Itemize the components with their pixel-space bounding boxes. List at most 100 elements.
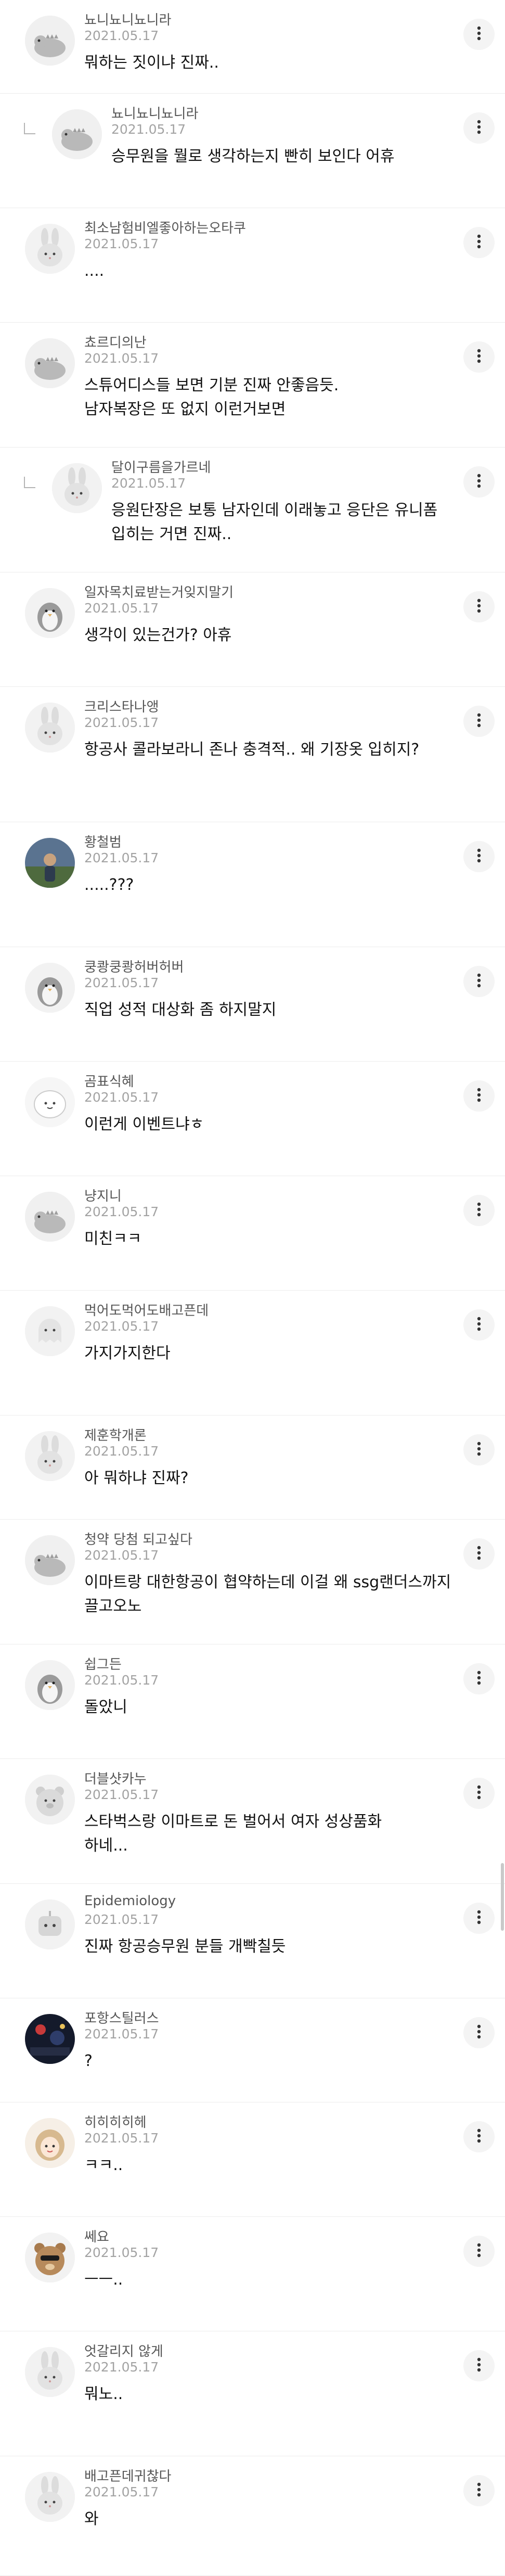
comment-date: 2021.05.17 (84, 715, 159, 730)
comment-nickname[interactable]: 배고픈데귀찮다 (84, 2466, 171, 2485)
comment-date: 2021.05.17 (84, 2484, 159, 2500)
comment-text: .... (84, 262, 105, 280)
more-options-button[interactable] (463, 966, 495, 997)
scrollbar-thumb[interactable] (501, 1863, 504, 1931)
comment-item: 뇨니뇨니뇨니라 2021.05.17 뭐하는 짓이냐 진짜.. (0, 0, 505, 94)
bear-avatar[interactable] (25, 1775, 75, 1825)
comment-item: 제훈학개론 2021.05.17 아 뭐하냐 진짜? (0, 1415, 505, 1520)
more-options-button[interactable] (463, 2475, 495, 2506)
more-vertical-icon (477, 2357, 481, 2374)
more-options-button[interactable] (463, 1538, 495, 1570)
robot-avatar[interactable] (25, 1899, 75, 1949)
comment-date: 2021.05.17 (84, 1319, 159, 1334)
more-vertical-icon (477, 2024, 481, 2041)
bunny-avatar[interactable] (25, 224, 75, 274)
more-options-button[interactable] (463, 2350, 495, 2381)
comment-date: 2021.05.17 (84, 1204, 159, 1219)
comment-item: 포항스틸러스 2021.05.17? (0, 1998, 505, 2102)
dino-avatar[interactable] (25, 338, 75, 388)
dino-avatar[interactable] (25, 1192, 75, 1242)
comment-nickname[interactable]: 곰표식혜 (84, 1071, 134, 1090)
more-options-button[interactable] (463, 2121, 495, 2152)
comment-nickname[interactable]: 더블샷카누 (84, 1768, 147, 1788)
more-options-button[interactable] (463, 112, 495, 144)
comment-nickname[interactable]: 포항스틸러스 (84, 2008, 159, 2027)
more-options-button[interactable] (463, 2236, 495, 2267)
more-options-button[interactable] (463, 2017, 495, 2048)
comment-nickname[interactable]: 쿵쾅쿵쾅허버허버 (84, 957, 184, 976)
comment-text: 스타벅스랑 이마트로 돈 벌어서 여자 성상품화 (84, 1813, 382, 1831)
ghost-avatar[interactable] (25, 1306, 75, 1356)
comment-nickname[interactable]: 뇨니뇨니뇨니라 (111, 103, 198, 122)
penguin-avatar[interactable] (25, 963, 75, 1013)
comment-date: 2021.05.17 (111, 122, 186, 137)
reply-indicator-icon (24, 477, 35, 488)
more-options-button[interactable] (463, 1778, 495, 1809)
more-vertical-icon (477, 1546, 481, 1562)
more-options-button[interactable] (463, 1309, 495, 1341)
teddy-avatar[interactable] (25, 2233, 75, 2282)
bunny-avatar[interactable] (25, 2472, 75, 2522)
comment-nickname[interactable]: 냥지니 (84, 1185, 122, 1205)
comment-nickname[interactable]: Epidemiology (84, 1893, 176, 1909)
more-options-button[interactable] (463, 706, 495, 737)
more-options-button[interactable] (463, 841, 495, 872)
bunny-avatar[interactable] (25, 2347, 75, 2397)
more-options-button[interactable] (463, 591, 495, 622)
more-vertical-icon (477, 1202, 481, 1219)
more-vertical-icon (477, 26, 481, 43)
more-options-button[interactable] (463, 1663, 495, 1694)
comment-date: 2021.05.17 (84, 1090, 159, 1105)
comment-nickname[interactable]: 크리스타나앵 (84, 696, 159, 716)
comment-text: 끌고오노 (84, 1597, 142, 1615)
stadium-avatar[interactable] (25, 2014, 75, 2064)
comment-nickname[interactable]: 제훈학개론 (84, 1425, 147, 1444)
dino-avatar[interactable] (25, 16, 75, 66)
comment-item: 쵸르디의난 2021.05.17 스튜어디스들 보면 기분 진짜 안좋음듯. 남자복장… (0, 323, 505, 448)
bunny-avatar[interactable] (25, 1431, 75, 1481)
more-options-button[interactable] (463, 341, 495, 373)
more-vertical-icon (477, 2128, 481, 2145)
penguin-avatar[interactable] (25, 588, 75, 638)
comment-nickname[interactable]: 최소남험비엘좋아하는오타쿠 (84, 218, 246, 237)
more-vertical-icon (477, 1317, 481, 1333)
bunny-avatar[interactable] (25, 703, 75, 753)
comment-nickname[interactable]: 청약 당첨 되고싶다 (84, 1529, 192, 1548)
comment-nickname[interactable]: 먹어도먹어도배고픈데 (84, 1300, 209, 1319)
comment-nickname[interactable]: 황철범 (84, 832, 122, 851)
girl-avatar[interactable] (25, 2118, 75, 2168)
comment-item: 냥지니 2021.05.17 미친ㅋㅋ (0, 1176, 505, 1291)
blob-avatar[interactable] (25, 1077, 75, 1127)
penguin-avatar[interactable] (25, 1660, 75, 1710)
comment-text: 스튜어디스들 보면 기분 진짜 안좋음듯. (84, 376, 339, 394)
comment-item: 황철범 2021.05.17.....??? (0, 822, 505, 947)
more-options-button[interactable] (463, 19, 495, 50)
comment-nickname[interactable]: 히히히히헤 (84, 2112, 147, 2131)
more-vertical-icon (477, 1785, 481, 1802)
comment-text: 진짜 항공승무원 분들 개빡칠듯 (84, 1937, 286, 1956)
more-options-button[interactable] (463, 466, 495, 498)
more-options-button[interactable] (463, 1080, 495, 1112)
more-vertical-icon (477, 848, 481, 865)
bunny-avatar[interactable] (52, 463, 102, 513)
comment-nickname[interactable]: 쵸르디의난 (84, 332, 147, 351)
comment-nickname[interactable]: 일자목치료받는거잊지말기 (84, 582, 234, 601)
comment-text: 돌았니 (84, 1698, 127, 1716)
more-options-button[interactable] (463, 1195, 495, 1226)
dino-avatar[interactable] (25, 1535, 75, 1585)
more-options-button[interactable] (463, 1903, 495, 1934)
dino-avatar[interactable] (52, 109, 102, 159)
more-options-button[interactable] (463, 1434, 495, 1465)
photo-avatar[interactable] (25, 838, 75, 888)
comment-nickname[interactable]: 엇갈리지 않게 (84, 2341, 163, 2360)
comment-text: ? (84, 2052, 93, 2070)
more-vertical-icon (477, 120, 481, 136)
comment-date: 2021.05.17 (84, 1548, 159, 1563)
comment-nickname[interactable]: 뇨니뇨니뇨니라 (84, 9, 171, 29)
comment-nickname[interactable]: 쉽그든 (84, 1654, 122, 1673)
comment-nickname[interactable]: 달이구름을가르네 (111, 457, 211, 476)
comment-nickname[interactable]: 쎄요 (84, 2226, 109, 2246)
more-options-button[interactable] (463, 227, 495, 258)
comment-text: 뭐하는 짓이냐 진짜.. (84, 54, 219, 72)
comment-item: 먹어도먹어도배고픈데 2021.05.17 가지가지한다 (0, 1291, 505, 1415)
